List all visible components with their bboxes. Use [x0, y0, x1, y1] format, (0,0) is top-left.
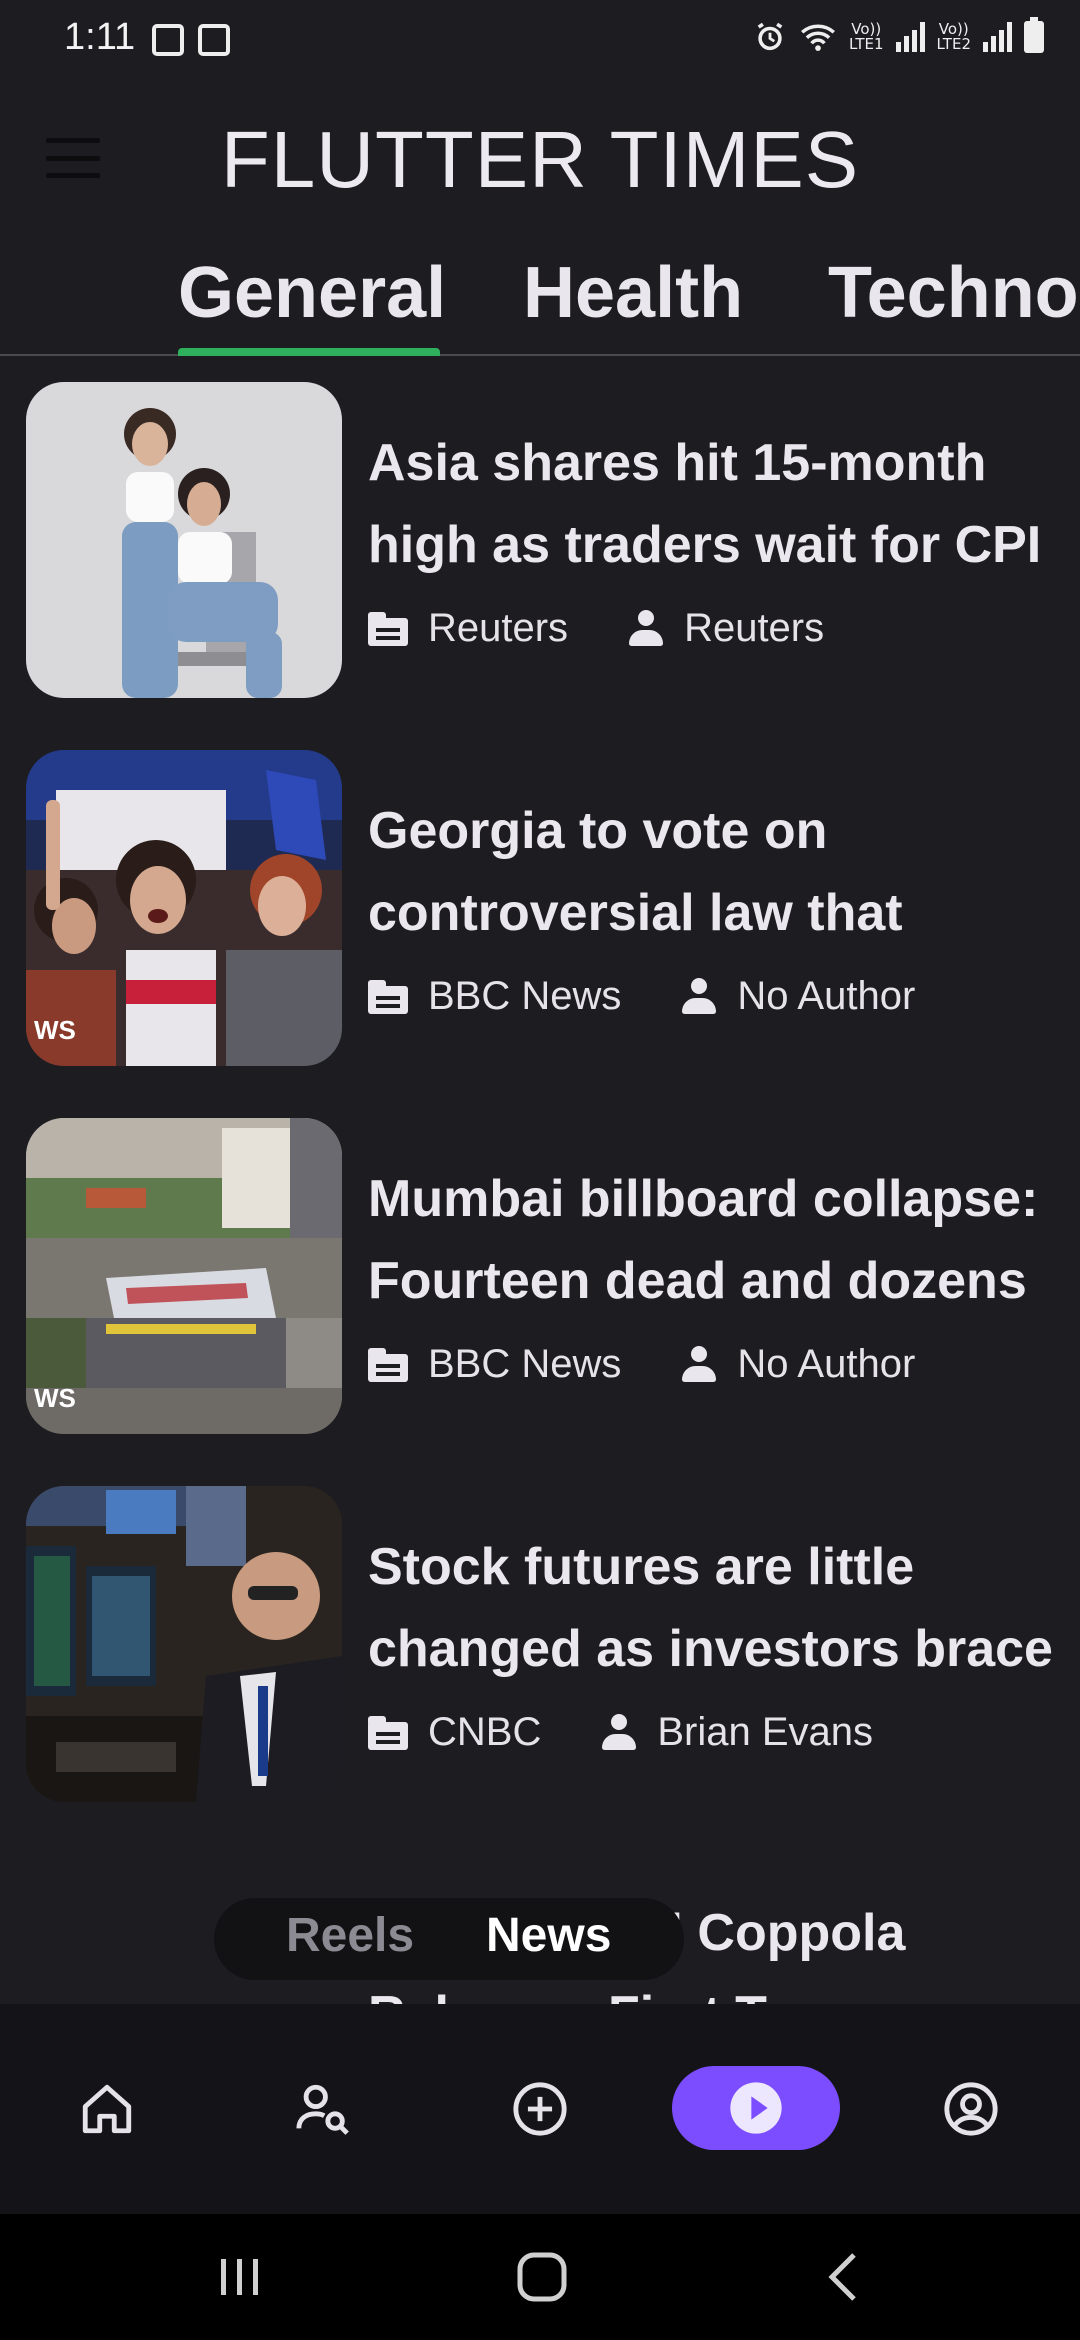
article-source: CNBC: [428, 1710, 542, 1754]
article-source: BBC News: [428, 974, 622, 1018]
nav-account[interactable]: [926, 2064, 1016, 2154]
battery-icon: [1024, 17, 1044, 53]
article-thumbnail: [26, 382, 342, 698]
reels-news-toggle: Reels News: [214, 1898, 684, 1980]
back-button[interactable]: [804, 2242, 884, 2312]
news-article[interactable]: WS Mumbai billboard collapse: Fourteen d…: [0, 1118, 1080, 1438]
news-article[interactable]: Stock futures are little changed as inve…: [0, 1486, 1080, 1806]
nav-search-users[interactable]: [278, 2064, 368, 2154]
status-right-icons: Vo)) LTE1 Vo)) LTE2: [753, 17, 1044, 54]
status-bar: 1:11 Vo)) LTE1 Vo)) LTE2: [0, 0, 1080, 80]
calendar-check-icon: [198, 24, 230, 56]
headline-line-1: Georgia to vote on: [368, 802, 828, 860]
account-circle-icon: [944, 2082, 998, 2136]
app-bar: FLUTTER TIMES: [0, 80, 1080, 230]
app-title: FLUTTER TIMES: [220, 115, 860, 204]
article-author: Reuters: [684, 606, 825, 650]
folder-icon: [368, 979, 408, 1014]
lte1-label: Vo)) LTE1: [849, 20, 884, 53]
headline-line-2: changed as investors brace: [368, 1620, 1053, 1678]
article-headline: Stock futures are little changed as inve…: [368, 1526, 1080, 1690]
alarm-icon: [757, 22, 783, 51]
lte2-label: Vo)) LTE2: [936, 20, 971, 53]
bottom-navigation: [0, 2004, 1080, 2214]
category-tabs: General Health Techno: [0, 230, 1080, 356]
news-article[interactable]: Asia shares hit 15-month high as traders…: [0, 382, 1080, 702]
signal-2-icon: [983, 22, 1012, 52]
headline-line-1: Asia shares hit 15-month: [368, 434, 987, 492]
gallery-icon: [152, 24, 184, 56]
headline-line-1: Mumbai billboard collapse:: [368, 1170, 1039, 1228]
article-headline: Mumbai billboard collapse: Fourteen dead…: [368, 1158, 1080, 1322]
user-search-icon: [296, 2084, 349, 2135]
toggle-reels[interactable]: Reels: [286, 1908, 414, 1963]
person-icon: [681, 977, 717, 1016]
status-time: 1:11: [64, 16, 136, 58]
recent-apps-button[interactable]: [200, 2242, 280, 2312]
article-thumbnail: [26, 1486, 342, 1802]
news-article[interactable]: WS Georgia to vote on controversial law …: [0, 750, 1080, 1070]
headline-line-2: controversial law that: [368, 884, 903, 942]
article-author: No Author: [737, 974, 916, 1018]
tab-health[interactable]: Health: [523, 252, 743, 334]
home-button[interactable]: [502, 2242, 582, 2312]
system-navigation-bar: [0, 2214, 1080, 2340]
tab-indicator: [178, 348, 440, 356]
person-icon: [681, 1345, 717, 1384]
nav-home[interactable]: [62, 2064, 152, 2154]
headline-line-1: Stock futures are little: [368, 1538, 915, 1596]
toggle-news[interactable]: News: [486, 1908, 611, 1963]
wifi-icon: [801, 24, 836, 51]
headline-line-2: Fourteen dead and dozens: [368, 1252, 1027, 1310]
article-thumbnail: WS: [26, 750, 342, 1066]
thumb-label: WS: [34, 1015, 76, 1045]
add-circle-icon: [513, 2082, 567, 2136]
article-meta: BBC News No Author: [368, 1342, 915, 1387]
article-meta: Reuters Reuters: [368, 606, 824, 651]
article-thumbnail: WS: [26, 1118, 342, 1434]
article-headline: Asia shares hit 15-month high as traders…: [368, 422, 1080, 586]
recent-apps-icon: [221, 2259, 258, 2295]
article-meta: CNBC Brian Evans: [368, 1710, 873, 1755]
article-author: Brian Evans: [657, 1710, 874, 1754]
play-icon: [730, 2082, 782, 2134]
home-icon: [82, 2084, 132, 2134]
person-icon: [628, 609, 664, 648]
person-icon: [601, 1713, 637, 1752]
article-headline: Georgia to vote on controversial law tha…: [368, 790, 1080, 954]
article-source: Reuters: [428, 606, 569, 650]
nav-play[interactable]: [672, 2066, 840, 2150]
headline-line-2: high as traders wait for CPI: [368, 516, 1042, 574]
tab-general[interactable]: General: [178, 252, 446, 334]
article-author: No Author: [737, 1342, 916, 1386]
screen: 1:11 Vo)) LTE1 Vo)) LTE2 FLUTTER TIMES Gen…: [0, 0, 1080, 2340]
article-meta: BBC News No Author: [368, 974, 915, 1019]
folder-icon: [368, 1715, 408, 1750]
article-source: BBC News: [428, 1342, 622, 1386]
folder-icon: [368, 1347, 408, 1382]
tab-technology[interactable]: Techno: [828, 252, 1079, 334]
signal-1-icon: [895, 22, 925, 52]
folder-icon: [368, 611, 408, 646]
nav-add[interactable]: [495, 2064, 585, 2154]
back-chevron-icon: [828, 2253, 856, 2301]
thumb-label: WS: [34, 1383, 76, 1413]
home-square-icon: [517, 2252, 567, 2302]
status-notification-icons: [152, 24, 230, 56]
